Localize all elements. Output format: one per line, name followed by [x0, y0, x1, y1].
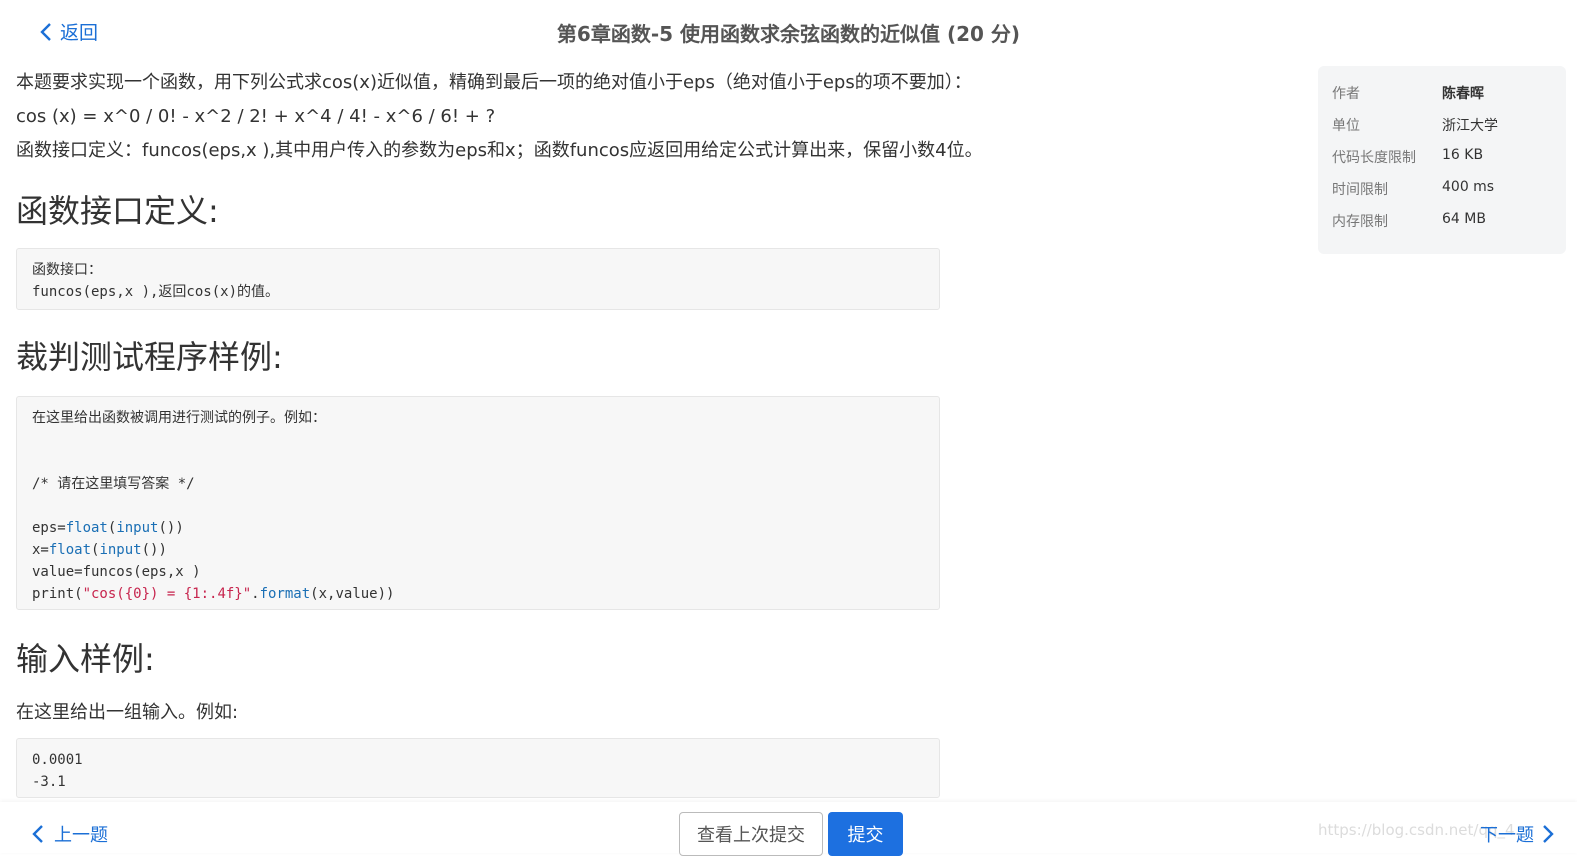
code-line: eps=float(input()) [32, 520, 184, 536]
top-bar: 返回 第6章函数-5 使用函数求余弦函数的近似值 (20 分) [0, 0, 1577, 62]
code-line: print("cos({0}) = {1:.4f}".format(x,valu… [32, 586, 395, 602]
code-comment: /* 请在这里填写答案 */ [32, 476, 195, 492]
problem-info-panel: 作者 陈春晖 单位 浙江大学 代码长度限制 16 KB 时间限制 400 ms … [1318, 66, 1566, 254]
code-line: x=float(input()) [32, 542, 167, 558]
code-line: 在这里给出函数被调用进行测试的例子。例如： [32, 410, 326, 426]
chevron-right-icon [1543, 825, 1554, 843]
interface-code-block: 函数接口： funcos(eps,x ),返回cos(x)的值。 [16, 248, 940, 310]
judge-code-block: 在这里给出函数被调用进行测试的例子。例如： /* 请在这里填写答案 */ eps=f… [16, 396, 940, 610]
judge-heading: 裁判测试程序样例: [16, 338, 283, 376]
author-value: 陈春晖 [1442, 86, 1484, 102]
submit-button[interactable]: 提交 [828, 812, 903, 856]
next-problem-button[interactable]: 下一题 [1480, 821, 1554, 847]
problem-content: 本题要求实现一个函数，用下列公式求cos(x)近似值，精确到最后一项的绝对值小于… [16, 66, 983, 798]
page-title: 第6章函数-5 使用函数求余弦函数的近似值 (20 分) [556, 22, 1021, 46]
input-heading: 输入样例: [16, 640, 155, 678]
info-row-memory-limit: 内存限制 64 MB [1332, 211, 1486, 230]
prev-problem-button[interactable]: 上一题 [32, 821, 108, 847]
input-code-block: 0.0001 -3.1 [16, 738, 940, 798]
code-line: value=funcos(eps,x ) [32, 564, 201, 580]
info-row-unit: 单位 浙江大学 [1332, 118, 1498, 134]
description-line-1: 本题要求实现一个函数，用下列公式求cos(x)近似值，精确到最后一项的绝对值小于… [16, 72, 972, 93]
code-line: 0.0001 [32, 752, 83, 768]
prev-label: 上一题 [54, 825, 108, 846]
description-line-2: cos (x) = x^0 / 0! - x^2 / 2! + x^4 / 4!… [16, 106, 496, 127]
info-row-time-limit: 时间限制 400 ms [1332, 179, 1495, 198]
bottom-bar: 上一题 查看上次提交 提交 https://blog.csdn.net/qq_4… [0, 802, 1577, 856]
chevron-left-icon [32, 825, 43, 843]
info-row-code-limit: 代码长度限制 16 KB [1332, 147, 1484, 166]
next-label: 下一题 [1480, 825, 1534, 846]
code-line: funcos(eps,x ),返回cos(x)的值。 [32, 284, 280, 300]
interface-heading: 函数接口定义: [16, 192, 219, 230]
code-line: -3.1 [32, 774, 66, 790]
description-line-3: 函数接口定义：funcos(eps,x ),其中用户传入的参数为eps和x；函数… [16, 140, 983, 161]
input-intro: 在这里给出一组输入。例如: [16, 702, 239, 723]
code-line: 函数接口： [32, 262, 102, 278]
info-row-author: 作者 陈春晖 [1332, 83, 1484, 103]
view-last-submission-button[interactable]: 查看上次提交 [679, 812, 823, 856]
